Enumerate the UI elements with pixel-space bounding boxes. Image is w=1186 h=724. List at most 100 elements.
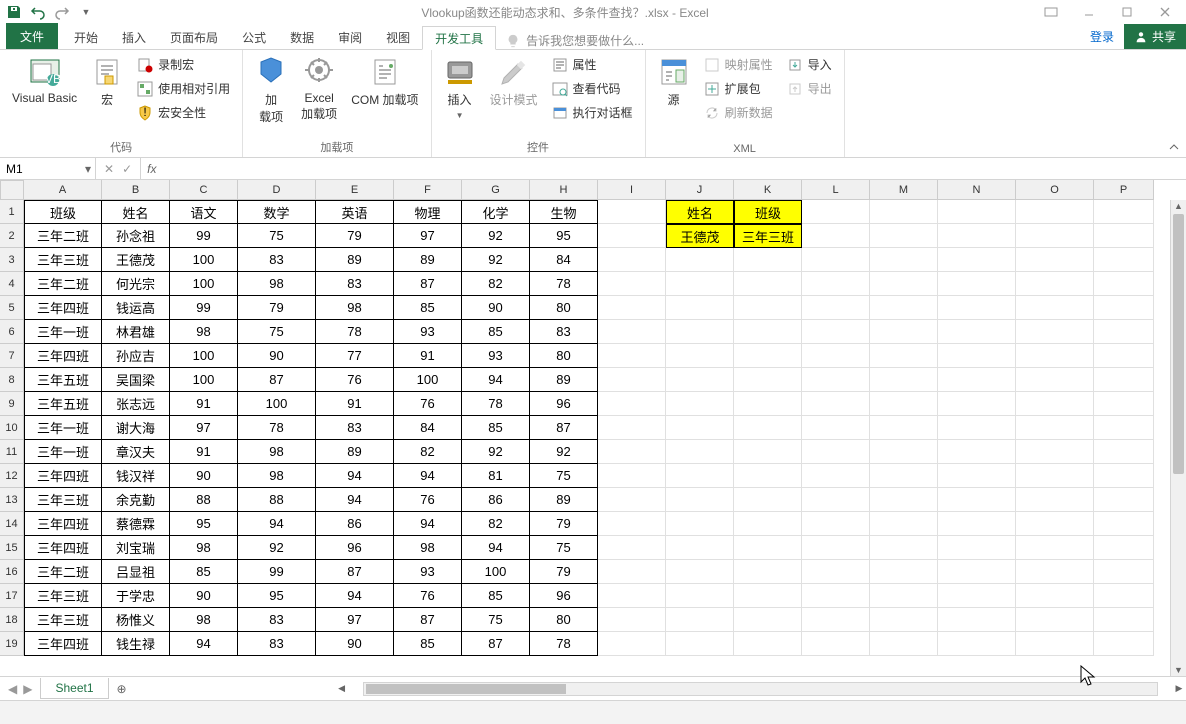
cell[interactable] — [598, 536, 666, 560]
cell[interactable] — [1094, 272, 1154, 296]
insert-control-button[interactable]: 插入 ▼ — [440, 54, 480, 122]
cell[interactable] — [938, 224, 1016, 248]
cell[interactable]: 91 — [394, 344, 462, 368]
map-properties-button[interactable]: 映射属性 — [700, 54, 777, 75]
cell[interactable]: 98 — [238, 272, 316, 296]
cell[interactable] — [870, 536, 938, 560]
cell[interactable]: 三年一班 — [24, 440, 102, 464]
cell[interactable]: 99 — [170, 296, 238, 320]
cell[interactable] — [666, 464, 734, 488]
cell[interactable]: 班级 — [734, 200, 802, 224]
cell[interactable] — [734, 440, 802, 464]
cell[interactable]: 物理 — [394, 200, 462, 224]
cell[interactable] — [1016, 464, 1094, 488]
cell[interactable]: 79 — [530, 512, 598, 536]
cell[interactable]: 94 — [316, 584, 394, 608]
enter-formula-icon[interactable]: ✓ — [122, 162, 132, 176]
cell[interactable]: 78 — [316, 320, 394, 344]
cell[interactable] — [734, 392, 802, 416]
cell[interactable]: 87 — [238, 368, 316, 392]
cell[interactable] — [1016, 584, 1094, 608]
cell[interactable]: 79 — [530, 560, 598, 584]
cell[interactable]: 三年四班 — [24, 464, 102, 488]
qat-dropdown-icon[interactable]: ▼ — [78, 4, 94, 20]
cell[interactable] — [598, 488, 666, 512]
cell[interactable] — [938, 464, 1016, 488]
cell[interactable]: 76 — [394, 584, 462, 608]
cell[interactable] — [1094, 248, 1154, 272]
cell[interactable] — [938, 632, 1016, 656]
cell[interactable] — [938, 416, 1016, 440]
column-header[interactable]: N — [938, 180, 1016, 200]
cell[interactable] — [938, 296, 1016, 320]
cell[interactable] — [1094, 608, 1154, 632]
cell[interactable] — [666, 296, 734, 320]
share-button[interactable]: 共享 — [1124, 24, 1186, 49]
cell[interactable]: 98 — [394, 536, 462, 560]
tell-me-search[interactable]: 告诉我您想要做什么... — [496, 32, 654, 49]
cell[interactable]: 85 — [462, 416, 530, 440]
cell[interactable]: 100 — [170, 368, 238, 392]
cell[interactable]: 英语 — [316, 200, 394, 224]
cell[interactable]: 吴国梁 — [102, 368, 170, 392]
cell[interactable] — [666, 584, 734, 608]
cell[interactable] — [666, 272, 734, 296]
cell[interactable] — [598, 464, 666, 488]
cell[interactable]: 78 — [530, 632, 598, 656]
column-header[interactable]: D — [238, 180, 316, 200]
column-header[interactable]: O — [1016, 180, 1094, 200]
cell[interactable]: 83 — [238, 608, 316, 632]
cell[interactable] — [598, 248, 666, 272]
cell[interactable]: 92 — [462, 440, 530, 464]
cell[interactable] — [1094, 416, 1154, 440]
cell[interactable]: 三年二班 — [24, 224, 102, 248]
cell[interactable]: 83 — [316, 272, 394, 296]
macros-button[interactable]: 宏 — [87, 54, 127, 110]
cell[interactable]: 75 — [238, 320, 316, 344]
visual-basic-button[interactable]: VB Visual Basic — [8, 54, 81, 107]
cell[interactable]: 96 — [530, 584, 598, 608]
cell[interactable]: 三年五班 — [24, 368, 102, 392]
cell[interactable] — [666, 440, 734, 464]
cell[interactable] — [666, 488, 734, 512]
addins-button[interactable]: 加 载项 — [251, 54, 291, 127]
cell[interactable] — [734, 248, 802, 272]
cell[interactable]: 92 — [530, 440, 598, 464]
cell[interactable] — [666, 632, 734, 656]
column-header[interactable]: P — [1094, 180, 1154, 200]
cell[interactable]: 96 — [530, 392, 598, 416]
cell[interactable]: 三年二班 — [24, 560, 102, 584]
tab-view[interactable]: 视图 — [374, 25, 422, 49]
cell[interactable] — [870, 272, 938, 296]
cell[interactable] — [802, 536, 870, 560]
hscroll-left-icon[interactable]: ◀ — [335, 683, 349, 694]
cell[interactable]: 三年四班 — [24, 344, 102, 368]
cell[interactable] — [666, 344, 734, 368]
cell[interactable] — [1094, 632, 1154, 656]
cell[interactable] — [870, 560, 938, 584]
cell[interactable] — [802, 440, 870, 464]
cell[interactable]: 94 — [462, 368, 530, 392]
cell[interactable]: 97 — [394, 224, 462, 248]
cell[interactable] — [1016, 560, 1094, 584]
column-header[interactable]: H — [530, 180, 598, 200]
name-box-input[interactable] — [6, 162, 66, 176]
cell[interactable]: 钱生禄 — [102, 632, 170, 656]
cell[interactable] — [598, 200, 666, 224]
cell[interactable] — [938, 608, 1016, 632]
column-header[interactable]: B — [102, 180, 170, 200]
cell[interactable] — [802, 200, 870, 224]
cell[interactable] — [666, 536, 734, 560]
cell[interactable]: 何光宗 — [102, 272, 170, 296]
scrollbar-thumb[interactable] — [366, 684, 566, 694]
cell[interactable] — [598, 368, 666, 392]
cell[interactable]: 76 — [394, 392, 462, 416]
cell[interactable] — [870, 440, 938, 464]
cell[interactable] — [938, 320, 1016, 344]
login-link[interactable]: 登录 — [1080, 24, 1124, 49]
cell[interactable] — [598, 416, 666, 440]
cell[interactable] — [598, 608, 666, 632]
expansion-packs-button[interactable]: 扩展包 — [700, 78, 777, 99]
cell[interactable]: 98 — [238, 464, 316, 488]
xml-source-button[interactable]: 源 — [654, 54, 694, 110]
